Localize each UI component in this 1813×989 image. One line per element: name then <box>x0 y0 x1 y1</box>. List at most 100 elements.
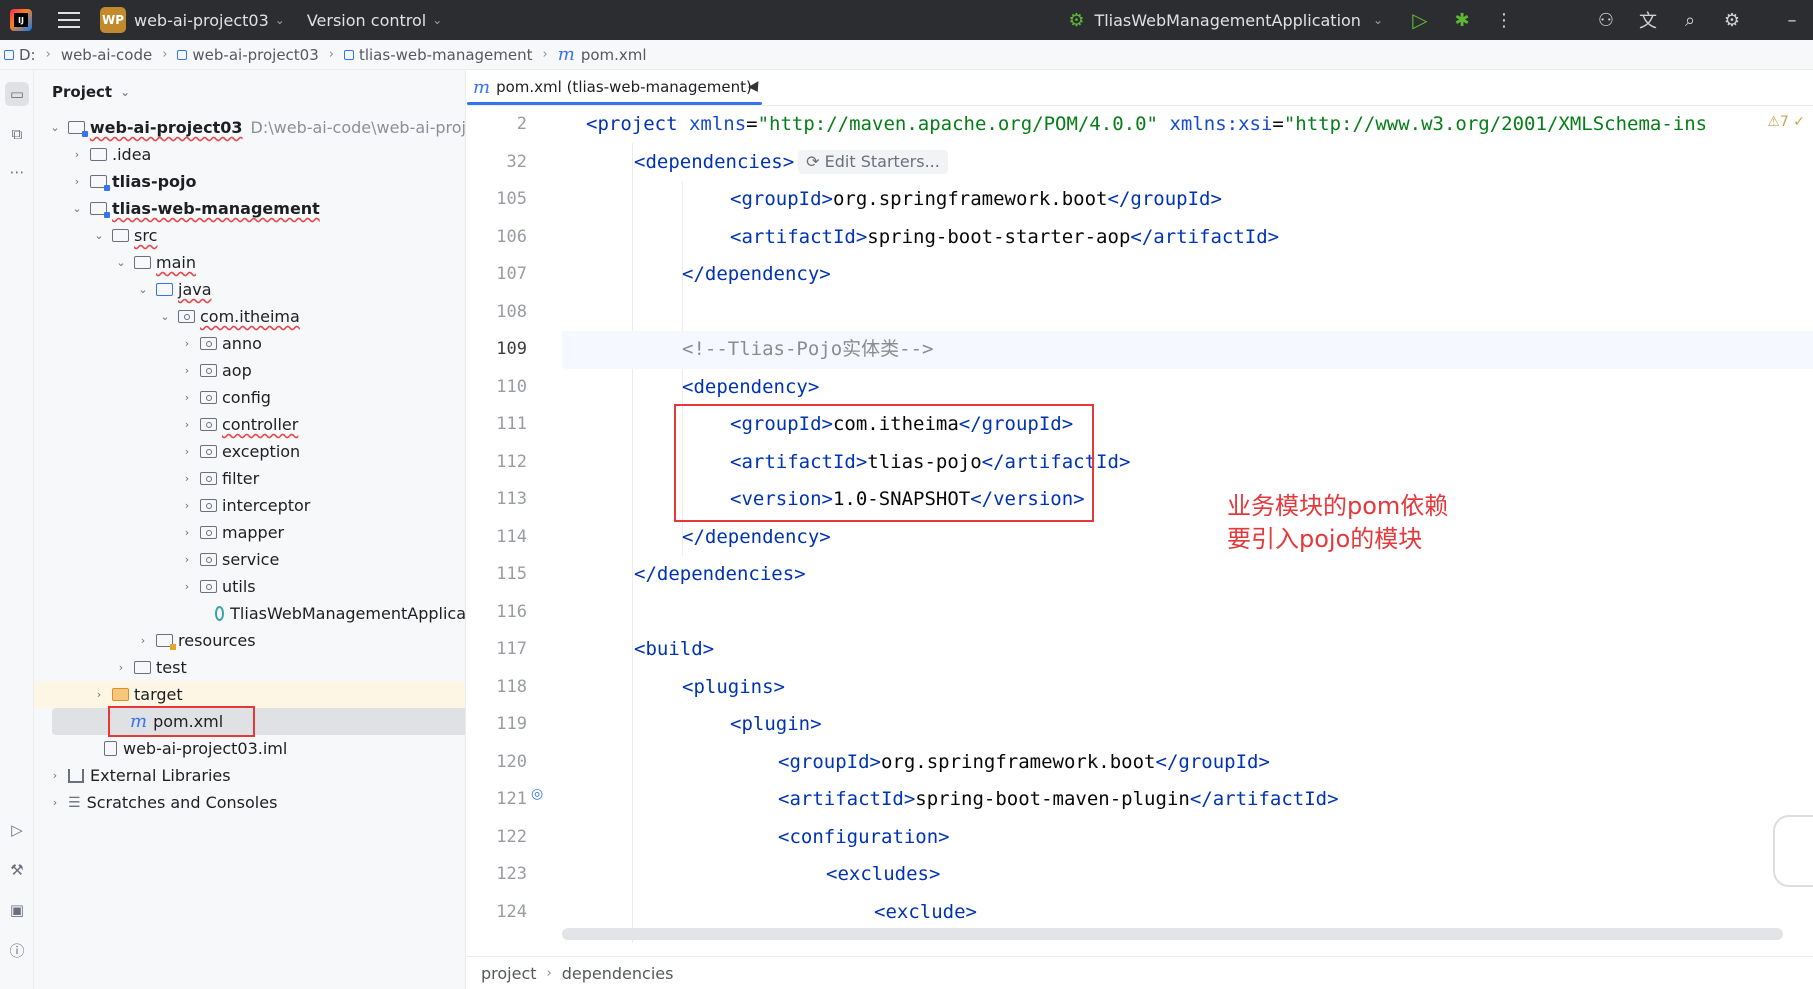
chevron-down-icon[interactable]: ⌄ <box>158 310 172 323</box>
chevron-down-icon[interactable]: ⌄ <box>136 283 150 296</box>
tree-item-web-ai-project03[interactable]: ⌄ web-ai-project03 D:\web-ai-code\web-ai… <box>34 114 465 141</box>
code-line: <configuration> <box>778 825 950 848</box>
tree-item-config[interactable]: › config <box>34 384 465 411</box>
tree-item-test[interactable]: › test <box>34 654 465 681</box>
intellij-logo-icon[interactable]: IJ <box>10 9 32 31</box>
chevron-right-icon[interactable]: › <box>180 391 194 404</box>
structure-icon[interactable]: ⧉ <box>5 122 29 146</box>
breadcrumb-item[interactable]: D: <box>19 46 36 64</box>
horizontal-scrollbar[interactable] <box>562 928 1783 940</box>
problems-icon[interactable]: ⓘ <box>5 938 29 962</box>
tree-item-scratches[interactable]: › ☰ Scratches and Consoles <box>34 789 465 816</box>
chevron-down-icon[interactable]: ⌄ <box>275 13 285 27</box>
chevron-down-icon[interactable]: ⌄ <box>120 85 130 99</box>
more-actions-icon[interactable]: ⋮ <box>1483 0 1525 40</box>
breadcrumb-item[interactable]: web-ai-code <box>61 46 152 64</box>
run-icon[interactable]: ▷ <box>1399 0 1441 40</box>
project-view-header[interactable]: Project ⌄ <box>34 70 465 114</box>
floating-chat-bubble-icon[interactable] <box>1773 815 1813 887</box>
chevron-right-icon[interactable]: › <box>180 526 194 539</box>
tree-item-exception[interactable]: › exception <box>34 438 465 465</box>
tree-item-filter[interactable]: › filter <box>34 465 465 492</box>
tree-item-main[interactable]: ⌄ main <box>34 249 465 276</box>
settings-gear-icon[interactable]: ⚙ <box>1711 0 1753 40</box>
chevron-down-icon[interactable]: ⌄ <box>1373 13 1383 27</box>
chevron-right-icon[interactable]: › <box>136 634 150 647</box>
chevron-right-icon[interactable]: › <box>180 418 194 431</box>
tree-item-tlias-pojo[interactable]: › tlias-pojo <box>34 168 465 195</box>
tree-item-target[interactable]: › target <box>34 681 465 708</box>
more-tools-icon[interactable]: ⋯ <box>5 160 29 184</box>
chevron-right-icon[interactable]: › <box>180 580 194 593</box>
chevron-right-icon[interactable]: › <box>180 337 194 350</box>
editor-breadcrumb-item[interactable]: project <box>481 964 537 983</box>
chevron-down-icon[interactable]: ⌄ <box>48 121 62 134</box>
main-menu-icon[interactable] <box>58 12 80 28</box>
project-badge[interactable]: WP <box>100 7 126 33</box>
tree-item-iml-file[interactable]: web-ai-project03.iml <box>34 735 465 762</box>
chevron-right-icon[interactable]: › <box>180 472 194 485</box>
version-control-menu[interactable]: Version control <box>307 11 426 30</box>
chevron-right-icon[interactable]: › <box>70 175 84 188</box>
search-icon[interactable]: ⌕ <box>1669 0 1711 40</box>
line-number: 116 <box>496 601 527 622</box>
maven-file-icon: m <box>473 76 491 98</box>
chevron-down-icon[interactable]: ⌄ <box>92 229 106 242</box>
project-folder-icon[interactable]: ▭ <box>5 82 29 106</box>
breadcrumb-item[interactable]: pom.xml <box>581 46 647 64</box>
chevron-right-icon[interactable]: › <box>180 364 194 377</box>
tree-label: resources <box>178 631 256 650</box>
chevron-right-icon[interactable]: › <box>114 661 128 674</box>
tree-item-aop[interactable]: › aop <box>34 357 465 384</box>
editor-breadcrumb-item[interactable]: dependencies <box>562 964 674 983</box>
chevron-down-icon[interactable]: ⌄ <box>114 256 128 269</box>
code-line: <excludes> <box>826 863 941 885</box>
tree-item-com-itheima[interactable]: ⌄ com.itheima <box>34 303 465 330</box>
chevron-right-icon[interactable]: › <box>92 688 106 701</box>
build-hammer-icon[interactable]: ⚒ <box>5 858 29 882</box>
run-configuration-selector[interactable]: TliasWebManagementApplication <box>1094 11 1360 30</box>
tree-item-src[interactable]: ⌄ src <box>34 222 465 249</box>
chevron-right-icon[interactable]: › <box>180 499 194 512</box>
chevron-down-icon[interactable]: ⌄ <box>432 13 442 27</box>
terminal-icon[interactable]: ▣ <box>5 898 29 922</box>
tree-label: Scratches and Consoles <box>86 793 278 812</box>
services-icon[interactable]: ▷ <box>5 818 29 842</box>
translate-icon[interactable]: 文 <box>1627 0 1669 40</box>
run-gutter-icon[interactable]: ◎ <box>531 786 543 802</box>
chevron-right-icon[interactable]: › <box>48 796 62 809</box>
tree-label: aop <box>222 361 252 380</box>
tree-item-controller[interactable]: › controller <box>34 411 465 438</box>
line-number: 113 <box>496 489 527 509</box>
package-icon <box>200 553 217 566</box>
chevron-right-icon[interactable]: › <box>180 553 194 566</box>
line-number: 115 <box>496 564 527 584</box>
tree-item-java[interactable]: ⌄ java <box>34 276 465 303</box>
tree-item-tlias-web-management[interactable]: ⌄ tlias-web-management <box>34 195 465 222</box>
tree-item-resources[interactable]: › resources <box>34 627 465 654</box>
code-area[interactable]: <project xmlns="http://maven.apache.org/… <box>562 106 1813 956</box>
debug-icon[interactable]: ✱ <box>1441 0 1483 40</box>
tree-item-mapper[interactable]: › mapper <box>34 519 465 546</box>
chevron-right-icon[interactable]: › <box>70 148 84 161</box>
tree-item-idea[interactable]: › .idea <box>34 141 465 168</box>
tab-pom-xml[interactable]: m pom.xml (tlias-web-management) <box>467 69 762 105</box>
annotation-line: 要引入pojo的模块 <box>1227 525 1423 553</box>
project-switcher[interactable]: web-ai-project03 <box>134 11 269 30</box>
chevron-right-icon[interactable]: › <box>180 445 194 458</box>
tree-item-external-libraries[interactable]: › External Libraries <box>34 762 465 789</box>
tree-item-utils[interactable]: › utils <box>34 573 465 600</box>
add-user-icon[interactable]: ⚇ <box>1585 0 1627 40</box>
tree-item-application-class[interactable]: TliasWebManagementApplica <box>34 600 465 627</box>
breadcrumb-item[interactable]: tlias-web-management <box>359 46 533 64</box>
chevron-right-icon[interactable]: › <box>48 769 62 782</box>
minimize-icon[interactable]: – <box>1771 0 1813 40</box>
breadcrumb-item[interactable]: web-ai-project03 <box>192 46 318 64</box>
tree-item-interceptor[interactable]: › interceptor <box>34 492 465 519</box>
tree-item-anno[interactable]: › anno <box>34 330 465 357</box>
chevron-down-icon[interactable]: ⌄ <box>70 202 84 215</box>
edit-starters-button[interactable]: ⟳ Edit Starters... <box>798 150 948 174</box>
warning-count-icon[interactable]: ⚠7 ✓ <box>1767 114 1805 130</box>
tree-item-service[interactable]: › service <box>34 546 465 573</box>
